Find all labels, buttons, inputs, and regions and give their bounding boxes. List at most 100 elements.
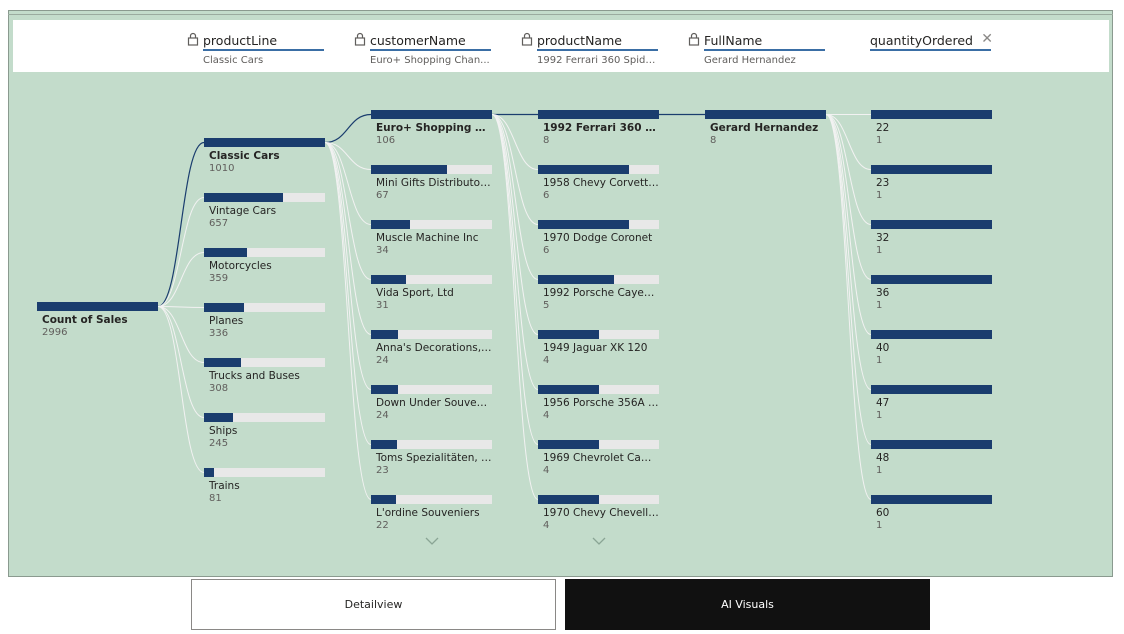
root-node[interactable]: Count of Sales 2996: [37, 302, 158, 339]
node-bar-fill: [871, 165, 992, 174]
node-bar-fill: [371, 385, 399, 394]
tree-node[interactable]: L'ordine Souveniers 22: [371, 495, 492, 532]
node-label: Classic Cars: [209, 150, 280, 162]
node-bar: [871, 275, 992, 284]
tree-node[interactable]: 60 1: [871, 495, 992, 532]
node-label: 1970 Dodge Coronet: [543, 232, 653, 244]
node-value: 336: [209, 328, 229, 339]
tree-node[interactable]: Down Under Souvenie... 24: [371, 385, 492, 422]
node-bar-fill: [538, 110, 659, 119]
lock-icon[interactable]: [521, 32, 533, 46]
level-header-customername[interactable]: customerName Euro+ Shopping Chan...: [354, 30, 491, 66]
node-value: 1: [876, 355, 883, 366]
node-bar-fill: [871, 440, 992, 449]
tree-node[interactable]: 1992 Porsche Cayenne...5: [538, 275, 659, 312]
tree-node[interactable]: Vida Sport, Ltd 31: [371, 275, 492, 312]
node-value: 5: [543, 300, 550, 311]
tab-label: Detailview: [344, 598, 403, 611]
node-label: Euro+ Shopping Cha...: [376, 122, 492, 134]
level-header-fullname[interactable]: FullName Gerard Hernandez: [688, 30, 825, 66]
tree-node[interactable]: Trucks and Buses 308: [204, 358, 325, 395]
node-value: 1: [876, 410, 883, 421]
node-label: 1956 Porsche 356A Co...: [543, 397, 659, 409]
level-title: quantityOrdered: [870, 33, 973, 48]
close-icon[interactable]: ✕: [981, 30, 993, 48]
tree-node[interactable]: 22 1: [871, 110, 992, 147]
tree-node[interactable]: Euro+ Shopping Cha...106: [371, 110, 492, 147]
node-bar: [538, 220, 659, 229]
node-bar: [538, 165, 659, 174]
tree-node[interactable]: 1992 Ferrari 360 Spi...8: [538, 110, 659, 147]
node-value: 81: [209, 493, 222, 504]
tree-node[interactable]: 1956 Porsche 356A Co... 4: [538, 385, 659, 422]
level-header: productLine Classic Cars customerName Eu…: [13, 20, 1109, 72]
lock-icon[interactable]: [354, 32, 366, 46]
node-value: 67: [376, 190, 389, 201]
node-value: 106: [376, 135, 396, 146]
level-header-productname[interactable]: productName 1992 Ferrari 360 Spide...: [521, 30, 658, 66]
node-bar-fill: [871, 385, 992, 394]
tree-node[interactable]: Motorcycles 359: [204, 248, 325, 285]
node-bar-fill: [204, 468, 214, 477]
node-bar-fill: [37, 302, 158, 311]
tree-node[interactable]: 1949 Jaguar XK 120 4: [538, 330, 659, 367]
node-bar: [371, 165, 492, 174]
node-bar: [371, 330, 492, 339]
node-label: Trains: [209, 480, 240, 492]
node-bar: [37, 302, 158, 311]
node-value: 24: [376, 410, 389, 421]
level-header-productline[interactable]: productLine Classic Cars: [187, 30, 324, 66]
node-bar: [871, 385, 992, 394]
node-label: Ships: [209, 425, 238, 437]
tree-node[interactable]: 1969 Chevrolet Camar... 4: [538, 440, 659, 477]
tab-detailview[interactable]: Detailview: [191, 579, 556, 630]
node-value: 8: [710, 135, 717, 146]
tree-node[interactable]: 23 1: [871, 165, 992, 202]
tree-node[interactable]: 40 1: [871, 330, 992, 367]
node-value: 657: [209, 218, 229, 229]
node-value: 1: [876, 190, 883, 201]
level-title: productName: [537, 33, 622, 48]
tree-node[interactable]: Toms Spezialitäten, Ltd 23: [371, 440, 492, 477]
node-bar-fill: [538, 275, 614, 284]
node-bar-fill: [538, 385, 599, 394]
tree-node[interactable]: Muscle Machine Inc 34: [371, 220, 492, 257]
level-header-quantityordered[interactable]: quantityOrdered ✕: [870, 30, 993, 55]
tree-node[interactable]: Anna's Decorations, Ltd 24: [371, 330, 492, 367]
tab-ai-visuals[interactable]: AI Visuals: [565, 579, 930, 630]
tree-node[interactable]: 36 1: [871, 275, 992, 312]
tree-node[interactable]: Gerard Hernandez 8: [705, 110, 826, 147]
node-label: Count of Sales: [42, 314, 128, 326]
node-bar-fill: [871, 495, 992, 504]
tree-node[interactable]: Classic Cars 1010: [204, 138, 325, 175]
node-label: 48: [876, 452, 890, 464]
lock-icon[interactable]: [688, 32, 700, 46]
node-label: Toms Spezialitäten, Ltd: [376, 452, 492, 464]
tree-node[interactable]: Planes 336: [204, 303, 325, 340]
node-bar-fill: [705, 110, 826, 119]
tree-node[interactable]: 1958 Chevy Corvette L...6: [538, 165, 659, 202]
tree-node[interactable]: 1970 Chevy Chevelle S...4: [538, 495, 659, 532]
node-bar-fill: [204, 358, 241, 367]
node-bar-fill: [538, 440, 599, 449]
tree-node[interactable]: Ships 245: [204, 413, 325, 450]
node-bar-fill: [371, 330, 399, 339]
node-label: Down Under Souvenie...: [376, 397, 492, 409]
node-label: 32: [876, 232, 890, 244]
tree-node[interactable]: Mini Gifts Distributors ... 67: [371, 165, 492, 202]
level-title: FullName: [704, 33, 763, 48]
tree-node[interactable]: Trains 81: [204, 468, 325, 505]
tree-node[interactable]: Vintage Cars 657: [204, 193, 325, 230]
node-value: 34: [376, 245, 389, 256]
lock-icon[interactable]: [187, 32, 199, 46]
tree-node[interactable]: 47 1: [871, 385, 992, 422]
node-bar: [204, 468, 325, 477]
node-bar: [871, 220, 992, 229]
tree-node[interactable]: 1970 Dodge Coronet 6: [538, 220, 659, 257]
node-label: 47: [876, 397, 890, 409]
node-bar-fill: [371, 110, 492, 119]
node-label: Vida Sport, Ltd: [376, 287, 454, 299]
tree-node[interactable]: 32 1: [871, 220, 992, 257]
node-bar-fill: [538, 330, 599, 339]
tree-node[interactable]: 48 1: [871, 440, 992, 477]
